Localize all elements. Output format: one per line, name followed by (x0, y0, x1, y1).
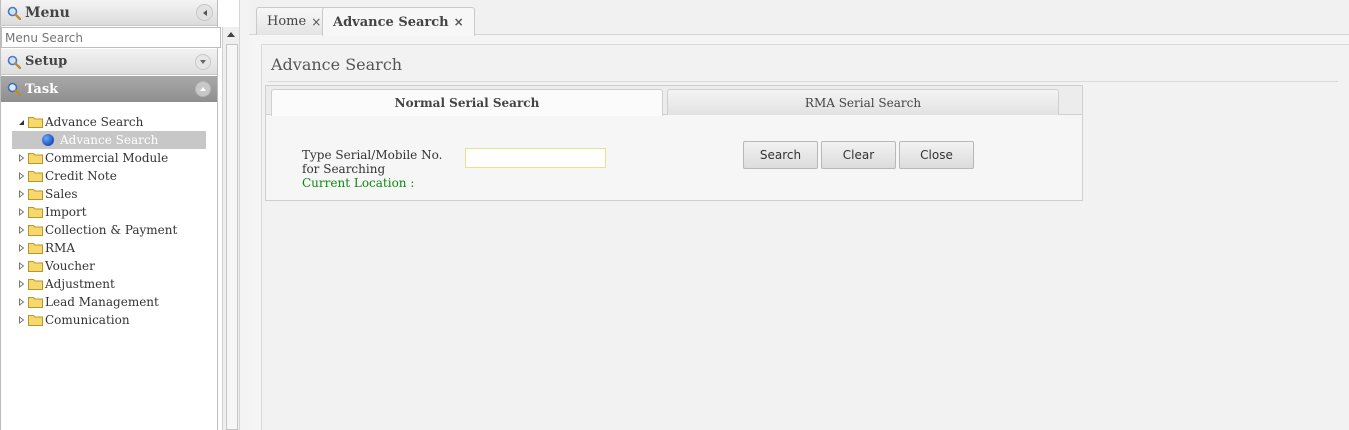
tree-item-label: Credit Note (45, 169, 117, 183)
tree-item-label: Import (45, 205, 87, 219)
chevron-down-icon[interactable] (195, 54, 211, 70)
menu-title: Menu (25, 4, 70, 21)
tree-item-voucher[interactable]: Voucher (12, 257, 212, 275)
tree-item-advance-search[interactable]: Advance Search (12, 113, 212, 131)
tree-item-advance-search-child[interactable]: Advance Search (12, 131, 206, 149)
main-area: Home × Advance Search × Advance Search N… (249, 0, 1349, 430)
collapse-sidebar-button[interactable] (196, 4, 213, 21)
folder-icon (28, 189, 43, 200)
collapsed-arrow-icon[interactable] (16, 311, 26, 329)
collapsed-arrow-icon[interactable] (16, 257, 26, 275)
task-tree: Advance Search Advance Search Commercial… (12, 113, 212, 329)
current-location-label: Current Location : (302, 176, 415, 190)
chevron-up-icon[interactable] (195, 81, 211, 97)
collapsed-arrow-icon[interactable] (16, 203, 26, 221)
expanded-arrow-icon[interactable] (16, 113, 26, 131)
tree-item-label: Comunication (45, 313, 130, 327)
folder-icon (28, 171, 43, 182)
folder-icon (28, 279, 43, 290)
collapsed-arrow-icon[interactable] (16, 293, 26, 311)
tab-home[interactable]: Home × (256, 7, 333, 35)
collapsed-arrow-icon[interactable] (16, 167, 26, 185)
tab-normal-serial-search[interactable]: Normal Serial Search (271, 89, 663, 116)
tree-item-label: RMA (45, 241, 75, 255)
collapsed-arrow-icon[interactable] (16, 239, 26, 257)
close-icon[interactable]: × (454, 15, 464, 29)
menu-search-input[interactable] (1, 27, 221, 48)
menu-header: Menu (1, 0, 217, 26)
search-button[interactable]: Search (743, 141, 818, 169)
folder-icon (28, 153, 43, 164)
folder-icon (28, 297, 43, 308)
tab-rma-serial-search[interactable]: RMA Serial Search (667, 89, 1059, 115)
tree-item-label: Adjustment (45, 277, 115, 291)
folder-icon (28, 207, 43, 218)
serial-field-label: Type Serial/Mobile No. for Searching (302, 148, 443, 176)
collapsed-arrow-icon[interactable] (16, 149, 26, 167)
tree-item-credit-note[interactable]: Credit Note (12, 167, 212, 185)
tab-label: Advance Search (333, 14, 449, 30)
tree-item-sales[interactable]: Sales (12, 185, 212, 203)
tab-label: Home (267, 14, 307, 29)
sidebar-scrollbar[interactable] (222, 27, 239, 430)
tree-item-lead-management[interactable]: Lead Management (12, 293, 212, 311)
tree-item-adjustment[interactable]: Adjustment (12, 275, 212, 293)
tab-advance-search[interactable]: Advance Search × (322, 7, 475, 36)
scroll-thumb[interactable] (226, 44, 238, 430)
sidebar-splitter[interactable] (239, 0, 249, 430)
tree-item-label: Lead Management (45, 295, 159, 309)
serial-input[interactable] (465, 148, 606, 168)
folder-icon (28, 261, 43, 272)
tree-item-label: Sales (45, 187, 78, 201)
section-setup-label: Setup (25, 54, 68, 69)
sidebar: Menu Setup Task Advance Search (0, 0, 239, 430)
magnifier-icon (5, 53, 23, 71)
folder-icon (28, 315, 43, 326)
section-task-label: Task (25, 81, 59, 97)
collapsed-arrow-icon[interactable] (16, 275, 26, 293)
tree-item-comunication[interactable]: Comunication (12, 311, 212, 329)
tree-item-label: Voucher (45, 259, 95, 273)
folder-icon (28, 243, 43, 254)
tab-strip: Home × Advance Search × (249, 0, 1349, 36)
panel-tabs: Normal Serial Search RMA Serial Search (266, 86, 1082, 116)
close-icon[interactable]: × (311, 15, 321, 29)
close-button[interactable]: Close (899, 141, 974, 169)
scroll-up-icon[interactable] (227, 32, 235, 37)
tree-item-commercial-module[interactable]: Commercial Module (12, 149, 212, 167)
clear-button[interactable]: Clear (821, 141, 896, 169)
tree-item-label: Advance Search (60, 133, 159, 147)
folder-icon (28, 225, 43, 236)
collapsed-arrow-icon[interactable] (16, 185, 26, 203)
chevron-left-icon (202, 9, 207, 16)
tree-item-label: Advance Search (45, 115, 144, 129)
magnifier-icon (5, 80, 23, 98)
globe-icon (42, 134, 54, 146)
tree-item-rma[interactable]: RMA (12, 239, 212, 257)
folder-icon (28, 117, 43, 128)
title-divider (268, 81, 1338, 82)
content-panel: Advance Search Normal Serial Search RMA … (261, 44, 1349, 430)
section-setup[interactable]: Setup (1, 49, 217, 75)
magnifier-icon (5, 4, 23, 22)
search-panel: Normal Serial Search RMA Serial Search T… (265, 85, 1083, 201)
collapsed-arrow-icon[interactable] (16, 221, 26, 239)
section-task[interactable]: Task (1, 76, 217, 102)
tree-item-label: Commercial Module (45, 151, 169, 165)
tree-item-collection-payment[interactable]: Collection & Payment (12, 221, 212, 239)
tree-item-import[interactable]: Import (12, 203, 212, 221)
tree-item-label: Collection & Payment (45, 223, 178, 237)
page-title: Advance Search (271, 55, 403, 74)
